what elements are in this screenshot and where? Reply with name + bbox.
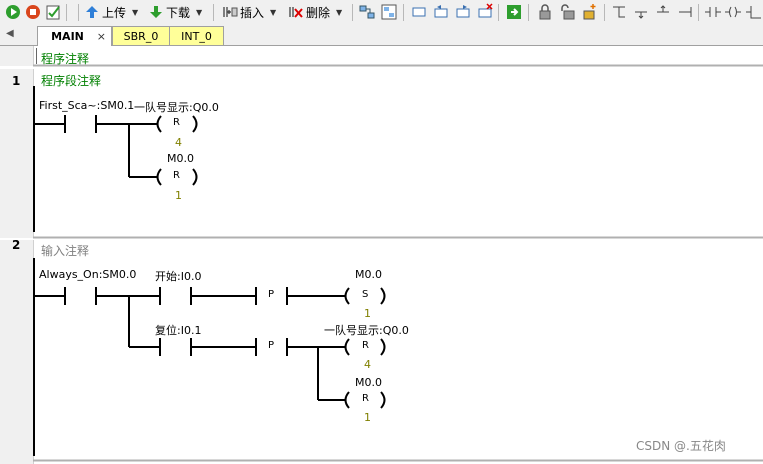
delete-button[interactable]: 删除 ▼	[288, 3, 342, 21]
upload-arrow-icon	[86, 6, 98, 18]
coil-address[interactable]: M0.0	[167, 152, 194, 165]
tab-sbr0-label: SBR_0	[123, 29, 159, 43]
coil-left-arc	[344, 391, 350, 409]
tab-main[interactable]: MAIN ×	[37, 26, 112, 46]
coil-address[interactable]: M0.0	[355, 376, 382, 389]
compile-icon[interactable]	[44, 3, 62, 21]
coil-type: R	[173, 117, 180, 128]
coil-type: R	[362, 340, 369, 351]
coil-left-arc	[344, 287, 350, 305]
contact-address[interactable]: Always_On:SM0.0	[39, 268, 136, 281]
contact-address[interactable]: 复位:I0.1	[155, 322, 201, 338]
chevron-down-icon: ▼	[270, 7, 277, 17]
coil-count[interactable]: 1	[175, 189, 182, 202]
network-comment[interactable]: 输入注释	[41, 242, 89, 259]
coil-address[interactable]: 一队号显示:Q0.0	[134, 99, 219, 115]
insert-icon	[223, 7, 238, 17]
close-icon[interactable]: ×	[97, 30, 106, 43]
download-label: 下载	[166, 5, 191, 20]
delete-box-icon[interactable]	[476, 3, 494, 21]
tab-int0-label: INT_0	[181, 29, 212, 43]
unlock-icon[interactable]	[558, 3, 576, 21]
positive-edge-label: P	[268, 340, 275, 351]
contact-icon[interactable]	[704, 3, 722, 21]
line-right-icon[interactable]	[676, 3, 694, 21]
positive-edge-label: P	[268, 289, 275, 300]
coil-address[interactable]: M0.0	[355, 268, 382, 281]
branch-up-icon[interactable]	[632, 3, 650, 21]
move-box-icon[interactable]	[454, 3, 472, 21]
coil-right-arc	[192, 168, 198, 186]
chevron-down-icon: ▼	[132, 7, 139, 17]
go-icon[interactable]	[505, 3, 523, 21]
tab-bar: ◀ MAIN × SBR_0 INT_0	[0, 25, 763, 46]
contact-address[interactable]: First_Sca~:SM0.1	[39, 99, 134, 112]
delete-icon	[289, 7, 303, 18]
coil-count[interactable]: 4	[175, 136, 182, 149]
insert-box-icon[interactable]	[432, 3, 450, 21]
download-button[interactable]: 下载 ▼	[148, 3, 202, 21]
delete-label: 删除	[306, 5, 331, 20]
coil-right-arc	[380, 287, 386, 305]
coil-type: S	[362, 289, 369, 300]
coil-count[interactable]: 1	[364, 411, 371, 424]
watermark: CSDN @.五花肉	[636, 439, 726, 453]
network-icon[interactable]	[358, 3, 376, 21]
coil-right-arc	[380, 338, 386, 356]
contact-address[interactable]: 开始:I0.0	[155, 268, 201, 284]
stop-icon[interactable]	[24, 3, 42, 21]
chevron-left-icon[interactable]: ◀	[6, 28, 14, 39]
coil-right-arc	[192, 115, 198, 133]
insert-button[interactable]: 插入 ▼	[222, 3, 276, 21]
upload-label: 上传	[102, 5, 127, 20]
coil-address[interactable]: 一队号显示:Q0.0	[324, 322, 409, 338]
coil-left-arc	[156, 168, 162, 186]
run-icon[interactable]	[4, 3, 22, 21]
tab-main-label: MAIN	[51, 30, 84, 43]
lock-icon[interactable]	[536, 3, 554, 21]
chevron-down-icon: ▼	[196, 7, 203, 17]
coil-right-arc	[380, 391, 386, 409]
chevron-down-icon: ▼	[336, 7, 343, 17]
line-up-icon[interactable]	[654, 3, 672, 21]
coil-type: R	[362, 393, 369, 404]
new-lock-icon[interactable]	[580, 3, 598, 21]
program-comment[interactable]: 程序注释	[41, 50, 89, 67]
coil-icon[interactable]	[724, 3, 742, 21]
coil-left-arc	[156, 115, 162, 133]
cross-reference-icon[interactable]	[380, 3, 398, 21]
coil-count[interactable]: 1	[364, 307, 371, 320]
tab-int0[interactable]: INT_0	[169, 26, 224, 45]
coil-left-arc	[344, 338, 350, 356]
tab-sbr0[interactable]: SBR_0	[112, 26, 170, 45]
coil-type: R	[173, 170, 180, 181]
branch-down-icon[interactable]	[610, 3, 628, 21]
network-comment[interactable]: 程序段注释	[41, 72, 101, 89]
download-arrow-icon	[150, 6, 162, 18]
coil-count[interactable]: 4	[364, 358, 371, 371]
insert-label: 插入	[240, 5, 265, 20]
upload-button[interactable]: 上传 ▼	[84, 3, 138, 21]
toolbar: 上传 ▼ 下载 ▼ 插入 ▼ 删除 ▼	[0, 0, 763, 26]
ladder-editor[interactable]: 1 2 程序注释 程序段注释 First_Sca~:SM0.1 一队号显示:Q0…	[0, 46, 763, 464]
box-instruction-icon[interactable]	[745, 3, 763, 21]
box-icon[interactable]	[410, 3, 428, 21]
